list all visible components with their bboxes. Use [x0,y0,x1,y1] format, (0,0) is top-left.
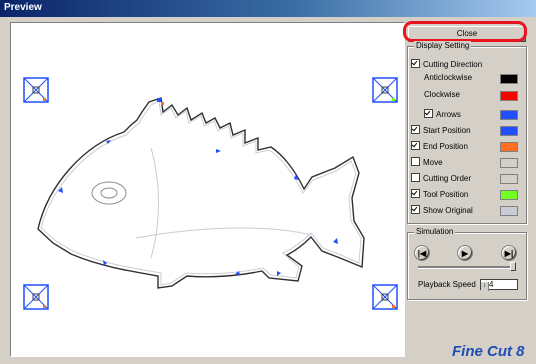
spin-arrows-icon[interactable]: ↕ [481,282,489,291]
checkbox-icon [411,189,420,199]
display-setting-legend: Display Setting [414,41,472,50]
end-position-checkbox[interactable]: End Position [411,141,468,153]
show-original-checkbox[interactable]: Show Original [411,205,473,217]
move-color-swatch[interactable] [500,158,518,168]
skip-start-icon: |◀ [417,249,427,258]
simulation-progress-thumb[interactable] [510,262,516,271]
window-title: Preview [4,2,42,13]
preview-canvas[interactable] [10,22,405,357]
arrows-checkbox[interactable]: Arrows [424,109,461,121]
fine-cut-logo: Fine Cut 8 [452,343,525,360]
checkbox-icon [424,109,433,119]
cutting-order-checkbox[interactable]: Cutting Order [411,173,471,185]
play-icon: ▶ [461,249,469,258]
arrows-color-swatch[interactable] [500,110,518,120]
play-button[interactable]: ▶ [457,245,473,261]
anticlockwise-label: Anticlockwise [424,73,473,82]
close-button[interactable]: Close [408,26,526,42]
clockwise-color-swatch[interactable] [500,91,518,101]
cutting-order-color-swatch[interactable] [500,174,518,184]
tool-position-checkbox[interactable]: Tool Position [411,189,468,201]
skip-end-button[interactable]: ▶| [501,245,517,261]
registration-mark-icon [372,284,398,310]
registration-mark-icon [372,77,398,103]
playback-speed-input[interactable]: ↕ 4 [480,279,518,291]
skip-start-button[interactable]: |◀ [414,245,430,261]
cutting-direction-checkbox[interactable]: Cutting Direction [411,59,482,71]
fish-cut-path [37,97,365,289]
checkbox-icon [411,205,420,215]
registration-mark-icon [23,284,49,310]
clockwise-label: Clockwise [424,90,461,99]
anticlockwise-color-swatch[interactable] [500,74,518,84]
simulation-legend: Simulation [414,227,456,236]
registration-mark-icon [23,77,49,103]
skip-end-icon: ▶| [504,249,514,258]
end-position-color-swatch[interactable] [500,142,518,152]
show-original-color-swatch[interactable] [500,206,518,216]
checkbox-icon [411,59,420,69]
display-setting-group: Display Setting Cutting Direction Anticl… [407,41,527,224]
start-position-color-swatch[interactable] [500,126,518,136]
checkbox-icon [411,173,420,183]
simulation-progress-track [418,266,514,269]
checkbox-icon [411,141,420,151]
tool-position-color-swatch[interactable] [500,190,518,200]
checkbox-icon [411,125,420,135]
start-position-checkbox[interactable]: Start Position [411,125,471,137]
checkbox-icon [411,157,420,167]
playback-speed-label: Playback Speed [418,280,476,289]
title-bar: Preview [0,0,536,17]
move-checkbox[interactable]: Move [411,157,443,169]
